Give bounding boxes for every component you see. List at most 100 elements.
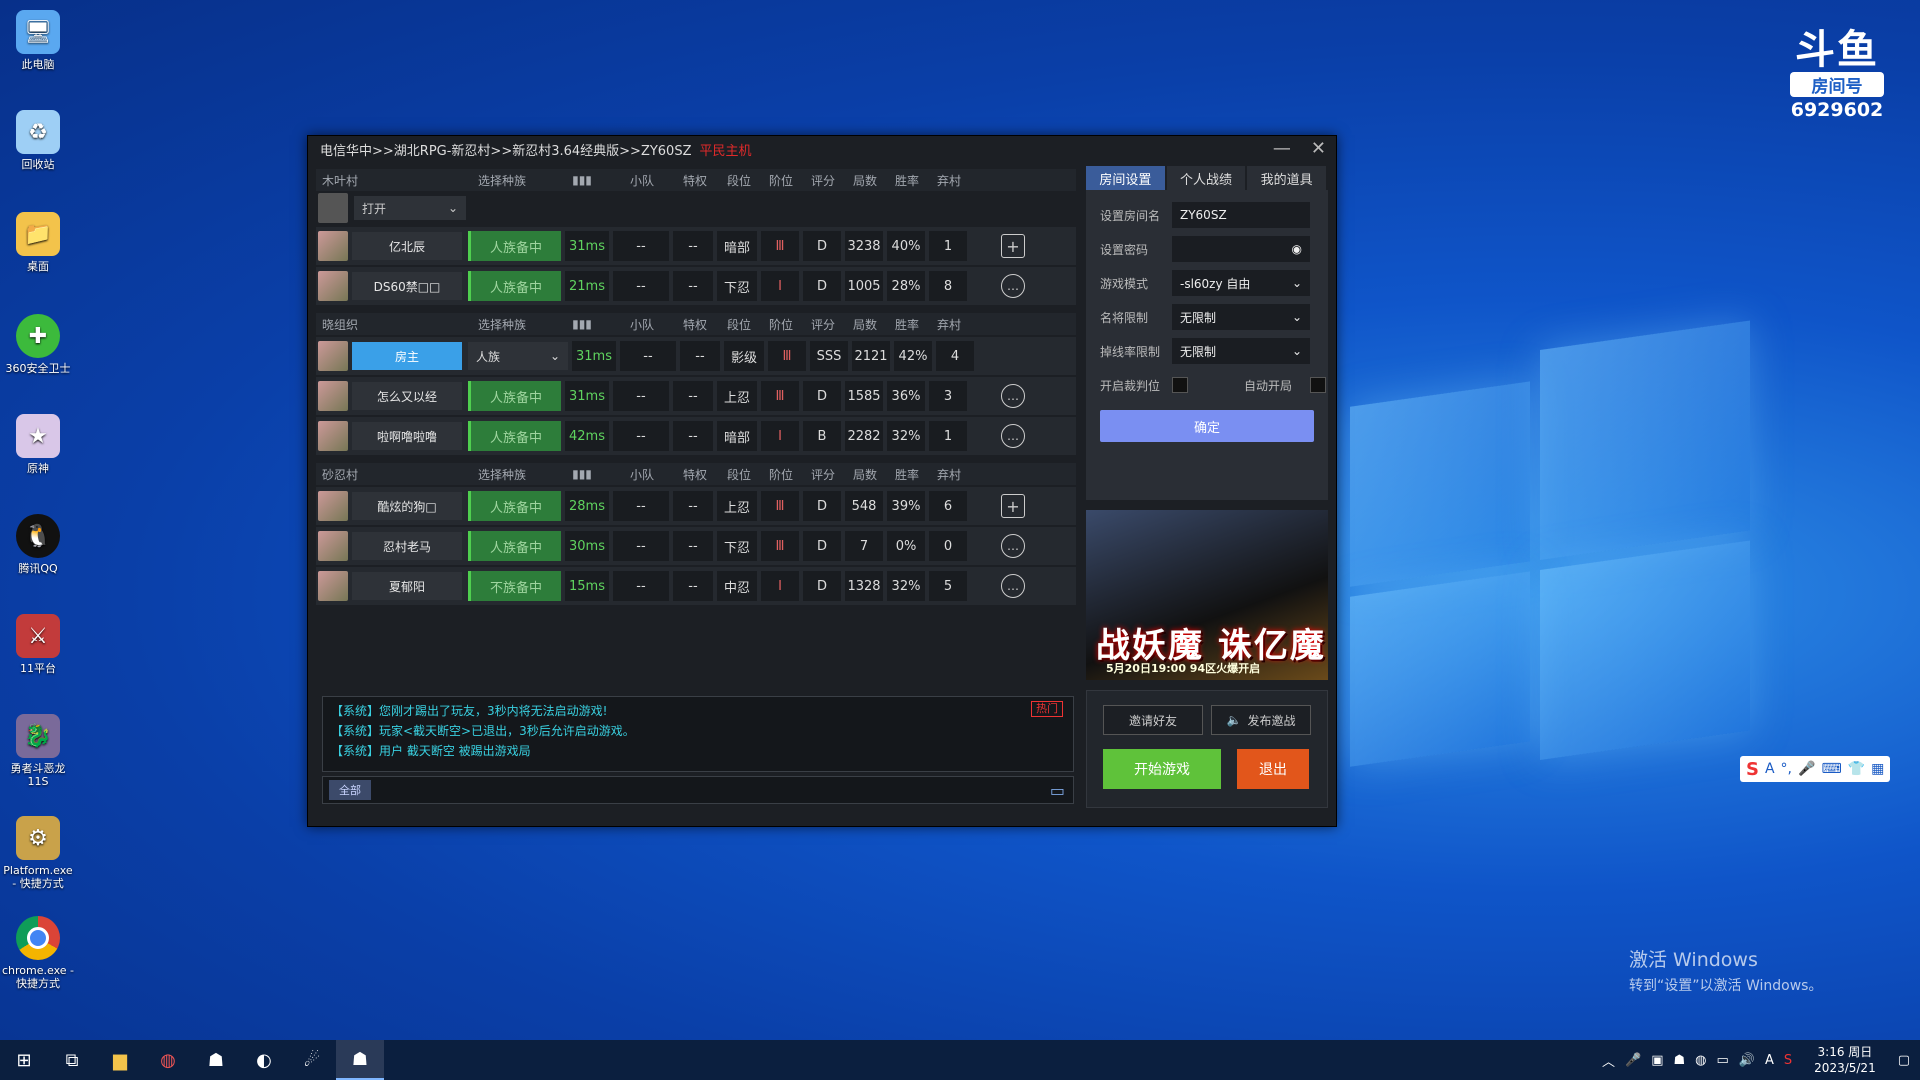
- rank: 暗部: [717, 421, 757, 451]
- game-app-button[interactable]: ◐: [240, 1040, 288, 1080]
- invite-friend-button[interactable]: 邀请好友: [1103, 705, 1203, 735]
- clock[interactable]: 3:16 周日 2023/5/21: [1814, 1044, 1876, 1076]
- desktop-icon-qq[interactable]: 🐧 腾讯QQ: [2, 514, 74, 575]
- chat-bubble-icon[interactable]: …: [1001, 274, 1025, 298]
- game-app-button[interactable]: ☗: [192, 1040, 240, 1080]
- room-settings: 设置房间名 ZY60SZ 设置密码 ◉ 游戏模式 -sl60zy 自由 ⌄ 名将限制 无限…: [1086, 190, 1328, 500]
- chat-bubble-icon[interactable]: …: [1001, 424, 1025, 448]
- punct-icon[interactable]: °,: [1781, 761, 1792, 777]
- team: --: [613, 531, 669, 561]
- game-mode-select[interactable]: -sl60zy 自由 ⌄: [1172, 270, 1310, 296]
- score: D: [803, 381, 841, 411]
- team: --: [613, 271, 669, 301]
- autostart-checkbox[interactable]: [1310, 377, 1326, 393]
- chat-log[interactable]: 【系统】您刚才踢出了玩友，3秒内将无法启动游戏! 【系统】玩家<截天断空>已退出…: [322, 696, 1074, 772]
- tab-my-items[interactable]: 我的道具: [1247, 166, 1327, 190]
- avatar: [318, 571, 348, 601]
- slot-open-select[interactable]: 打开 ⌄: [354, 196, 466, 220]
- quit-count: 6: [929, 491, 967, 521]
- desktop-icon-recycle-bin[interactable]: ♻ 回收站: [2, 110, 74, 171]
- player-row-self[interactable]: 房主 人族 ⌄ 31ms -- -- 影级 Ⅲ SSS 2121 42% 4: [316, 337, 1076, 375]
- tier: Ⅲ: [761, 231, 799, 261]
- desktop-icon-platform[interactable]: ⚙ Platform.exe - 快捷方式: [2, 816, 74, 890]
- mic-icon[interactable]: 🎤: [1625, 1053, 1641, 1068]
- network-icon[interactable]: ▭: [1717, 1053, 1729, 1068]
- douyu-watermark: 斗鱼 房间号 6929602: [1782, 30, 1892, 121]
- player-row[interactable]: 怎么又以经 人族备中 31ms -- -- 上忍 Ⅲ D 1585 36% 3 …: [316, 377, 1076, 415]
- tab-personal-record[interactable]: 个人战绩: [1166, 166, 1246, 190]
- chat-input[interactable]: 全部 ▭: [322, 776, 1074, 804]
- hero-limit-select[interactable]: 无限制 ⌄: [1172, 304, 1310, 330]
- tier: Ⅰ: [761, 571, 799, 601]
- tab-room-settings[interactable]: 房间设置: [1086, 166, 1165, 190]
- add-friend-icon[interactable]: +: [1001, 494, 1025, 518]
- toolbox-icon[interactable]: ▦: [1871, 761, 1884, 777]
- player-row[interactable]: 酷炫的狗□ 人族备中 28ms -- -- 上忍 Ⅲ D 548 39% 6 +: [316, 487, 1076, 525]
- game-app-button[interactable]: ☄: [288, 1040, 336, 1080]
- player-row[interactable]: DS60禁□□ 人族备中 21ms -- -- 下忍 Ⅰ D 1005 28% …: [316, 267, 1076, 305]
- chevron-up-icon[interactable]: ︿: [1602, 1051, 1615, 1070]
- desktop-icon-genshin[interactable]: ★ 原神: [2, 414, 74, 475]
- confirm-button[interactable]: 确定: [1100, 410, 1314, 442]
- player-row[interactable]: 忍村老马 人族备中 30ms -- -- 下忍 Ⅲ D 7 0% 0 …: [316, 527, 1076, 565]
- player-row[interactable]: 亿北辰 人族备中 31ms -- -- 暗部 Ⅲ D 3238 40% 1 +: [316, 227, 1076, 265]
- mic-icon[interactable]: 🎤: [1798, 761, 1815, 777]
- judge-checkbox[interactable]: [1172, 377, 1188, 393]
- exit-button[interactable]: 退出: [1237, 749, 1309, 789]
- volume-icon[interactable]: 🔊: [1739, 1053, 1755, 1068]
- 11-platform-icon: ⚔: [16, 614, 60, 658]
- quit-count: 5: [929, 571, 967, 601]
- window-titlebar[interactable]: 电信华中>>湖北RPG-新忍村>>新忍村3.64经典版>>ZY60SZ 平民主机…: [308, 136, 1336, 162]
- player-row[interactable]: 夏郁阳 不族备中 15ms -- -- 中忍 Ⅰ D 1328 32% 5 …: [316, 567, 1076, 605]
- winrate: 36%: [887, 381, 925, 411]
- race-select[interactable]: 人族 ⌄: [468, 342, 568, 370]
- ime-indicator[interactable]: A: [1765, 1053, 1774, 1068]
- add-friend-icon[interactable]: +: [1001, 234, 1025, 258]
- tray-app-icon[interactable]: ◍: [1695, 1053, 1706, 1068]
- chat-bubble-icon[interactable]: …: [1001, 534, 1025, 558]
- tray-app-icon[interactable]: ☗: [1674, 1053, 1686, 1068]
- player-status: 人族备中: [468, 271, 561, 301]
- start-button[interactable]: ⊞: [0, 1040, 48, 1080]
- minimize-button[interactable]: —: [1273, 138, 1291, 159]
- channel-select[interactable]: 全部: [329, 780, 371, 800]
- player-row[interactable]: 啦啊噜啦噜 人族备中 42ms -- -- 暗部 Ⅰ B 2282 32% 1 …: [316, 417, 1076, 455]
- game-lobby-window: 电信华中>>湖北RPG-新忍村>>新忍村3.64经典版>>ZY60SZ 平民主机…: [307, 135, 1337, 827]
- skin-icon[interactable]: 👕: [1848, 761, 1865, 777]
- tier: Ⅲ: [768, 341, 806, 371]
- file-explorer-button[interactable]: ▆: [96, 1040, 144, 1080]
- tray-app-icon[interactable]: ▣: [1651, 1053, 1663, 1068]
- desktop-icon-chrome[interactable]: chrome.exe - 快捷方式: [2, 916, 74, 990]
- start-game-button[interactable]: 开始游戏: [1103, 749, 1221, 789]
- drop-limit-select[interactable]: 无限制 ⌄: [1172, 338, 1310, 364]
- desktop-icon-360[interactable]: ✚ 360安全卫士: [2, 314, 74, 375]
- player-status: 人族备中: [468, 421, 561, 451]
- promo-banner[interactable]: 战妖魔 诛亿魔 5月20日19:00 94区火爆开启: [1086, 510, 1328, 680]
- chevron-down-icon: ⌄: [447, 201, 458, 215]
- keyboard-icon[interactable]: ⌨: [1821, 761, 1841, 777]
- task-view-button[interactable]: ⧉: [48, 1040, 96, 1080]
- player-name: DS60禁□□: [352, 272, 462, 300]
- ping: 42ms: [565, 421, 609, 451]
- hot-button[interactable]: 热门: [1031, 701, 1063, 717]
- desktop-icon-folder[interactable]: 📁 桌面: [2, 212, 74, 273]
- chat-bubble-icon[interactable]: …: [1001, 574, 1025, 598]
- sogou-icon[interactable]: S: [1784, 1053, 1792, 1068]
- eye-icon[interactable]: ◉: [1292, 242, 1302, 256]
- close-button[interactable]: ✕: [1311, 138, 1326, 159]
- broadcast-button[interactable]: 🔈 发布邀战: [1211, 705, 1311, 735]
- emoji-icon[interactable]: ▭: [1050, 781, 1065, 800]
- desktop-icon-11-platform[interactable]: ⚔ 11平台: [2, 614, 74, 675]
- notification-icon[interactable]: ▢: [1898, 1053, 1910, 1068]
- winrate: 0%: [887, 531, 925, 561]
- ime-mode[interactable]: A: [1765, 761, 1775, 777]
- room-name-field[interactable]: ZY60SZ: [1172, 202, 1310, 228]
- player-name: 酷炫的狗□: [352, 492, 462, 520]
- game-lobby-taskbar-button[interactable]: ☗: [336, 1040, 384, 1080]
- browser-button[interactable]: ◍: [144, 1040, 192, 1080]
- password-field[interactable]: ◉: [1172, 236, 1310, 262]
- desktop-icon-dragon-quest[interactable]: 🐉 勇者斗恶龙11S: [2, 714, 74, 788]
- desktop-icon-computer[interactable]: 🖥 此电脑: [2, 10, 74, 71]
- ime-toolbar[interactable]: S A °, 🎤 ⌨ 👕 ▦: [1740, 756, 1891, 782]
- chat-bubble-icon[interactable]: …: [1001, 384, 1025, 408]
